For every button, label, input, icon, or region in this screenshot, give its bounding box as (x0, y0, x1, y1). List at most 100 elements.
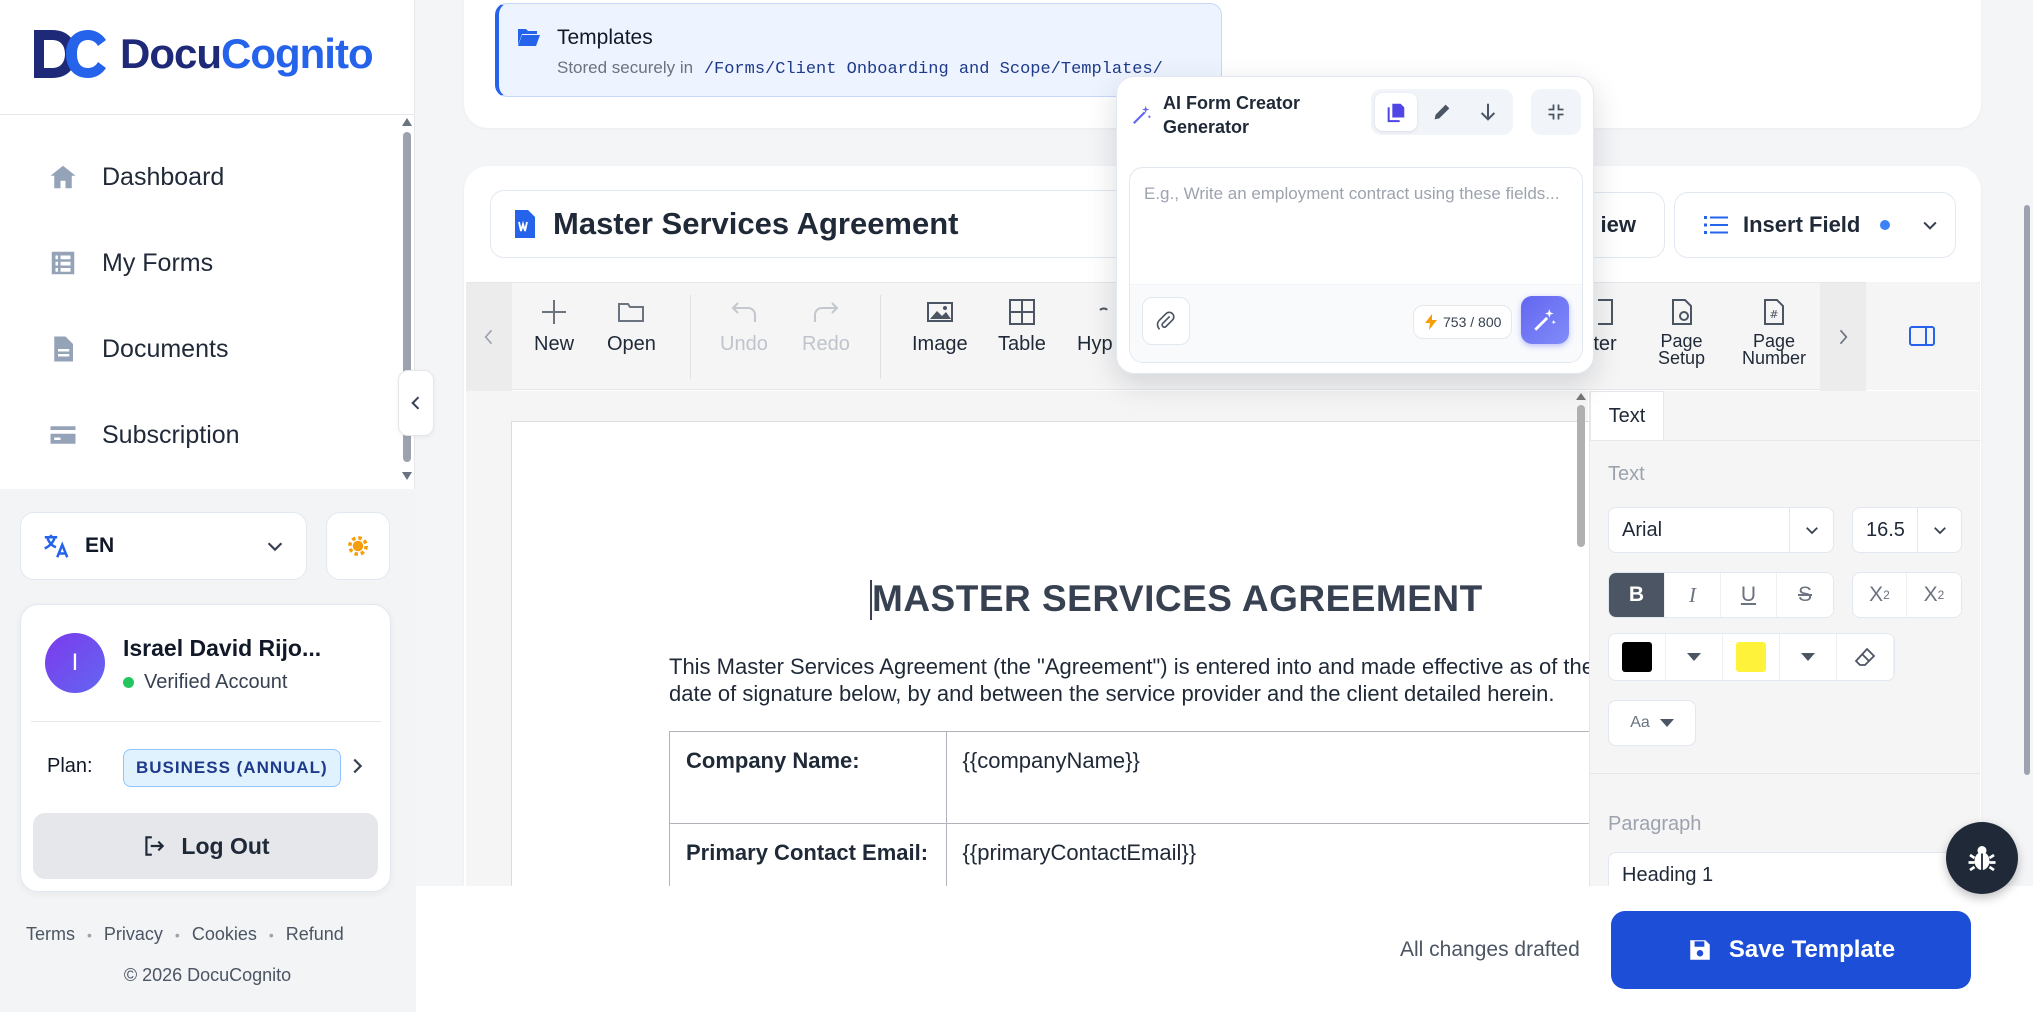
minimize-icon (1548, 104, 1564, 120)
caret-down-icon (1659, 719, 1674, 727)
theme-toggle-button[interactable] (326, 512, 390, 580)
stored-prefix: Stored securely in (557, 58, 694, 77)
translate-icon (44, 534, 69, 558)
sidebar-item-subscription[interactable]: Subscription (0, 392, 400, 478)
logo-mark-icon (34, 30, 106, 78)
toolbar-footer-button[interactable]: ter (1590, 297, 1620, 356)
highlight-color-button[interactable] (1723, 634, 1780, 680)
magic-wand-icon (1132, 105, 1152, 125)
superscript-button[interactable]: X2 (1853, 573, 1908, 617)
tab-text[interactable]: Text (1590, 391, 1664, 441)
sidebar: DocuCognito Dashboard My Forms Documents… (0, 0, 415, 1012)
brand-logo[interactable]: DocuCognito (30, 26, 374, 82)
save-template-button[interactable]: Save Template (1611, 911, 1971, 989)
plan-badge[interactable]: BUSINESS (ANNUAL) (123, 749, 341, 787)
pencil-icon (1434, 104, 1450, 120)
toolbar-undo-button[interactable]: Undo (720, 297, 768, 356)
ai-mode-copy-button[interactable] (1375, 93, 1417, 131)
toolbar-label: Page Setup (1658, 331, 1706, 368)
list-icon (51, 251, 75, 275)
avatar[interactable]: I (45, 633, 105, 693)
toggle-properties-panel-button[interactable] (1866, 282, 1978, 390)
italic-button[interactable]: I (1665, 573, 1721, 617)
text-color-button[interactable] (1609, 634, 1666, 680)
ai-mode-edit-button[interactable] (1421, 93, 1463, 131)
sidebar-item-documents[interactable]: Documents (0, 306, 400, 392)
insert-field-button[interactable]: Insert Field (1674, 192, 1956, 258)
ai-prompt-input[interactable]: E.g., Write an employment contract using… (1144, 182, 1564, 206)
toolbar-open-button[interactable]: Open (607, 297, 656, 356)
toolbar-scroll-left[interactable] (466, 283, 512, 391)
bold-button[interactable]: B (1609, 573, 1665, 617)
ai-minimize-button[interactable] (1531, 89, 1581, 135)
script-group: X2 X2 (1852, 572, 1962, 618)
ai-prompt-box: E.g., Write an employment contract using… (1129, 167, 1583, 363)
image-icon (926, 302, 953, 322)
bug-icon (1968, 846, 1996, 872)
chevron-down-icon (1923, 221, 1937, 230)
document-scrollbar[interactable] (1576, 393, 1586, 553)
toolbar-redo-button[interactable]: Redo (802, 297, 850, 356)
paragraph-style-value: Heading 1 (1622, 863, 1714, 886)
table-cell-value[interactable]: {{companyName}} (945, 731, 1590, 824)
document-title[interactable]: Master Services Agreement (553, 206, 959, 242)
sidebar-collapse-button[interactable] (398, 370, 434, 436)
logout-button[interactable]: Log Out (33, 813, 378, 879)
table-cell-key[interactable]: Primary Contact Email: (669, 823, 947, 890)
report-bug-button[interactable] (1946, 822, 2018, 894)
footer-link-privacy[interactable]: Privacy (104, 924, 163, 945)
footer-link-cookies[interactable]: Cookies (192, 924, 257, 945)
chevron-right-icon[interactable] (346, 755, 368, 777)
table-cell-key[interactable]: Company Name: (669, 731, 947, 824)
save-status: All changes drafted (1400, 938, 1580, 961)
toolbar-hyperlink-button[interactable]: Hyp (1077, 297, 1113, 356)
paragraph-line: date of signature below, by and between … (669, 681, 1555, 706)
toolbar-new-button[interactable]: New (534, 297, 574, 356)
toolbar-table-button[interactable]: Table (998, 297, 1046, 356)
toolbar-label: Open (607, 333, 656, 355)
toolbar-page-number-button[interactable]: # Page Number (1742, 297, 1806, 367)
toolbar-scroll-right[interactable] (1820, 283, 1866, 391)
color-group (1608, 633, 1895, 681)
generate-button[interactable] (1521, 296, 1569, 344)
highlight-color-dropdown[interactable] (1780, 634, 1837, 680)
clear-format-button[interactable] (1837, 634, 1894, 680)
main-scrollbar[interactable] (2024, 205, 2030, 775)
sidebar-item-dashboard[interactable]: Dashboard (0, 134, 400, 220)
footer-icon (1598, 299, 1613, 325)
footer-link-refund[interactable]: Refund (286, 924, 344, 945)
toolbar-image-button[interactable]: Image (912, 297, 968, 356)
underline-button[interactable]: U (1721, 573, 1777, 617)
document-table[interactable]: Company Name: {{companyName}} Primary Co… (669, 731, 1590, 890)
footer-links: Terms • Privacy • Cookies • Refund (26, 924, 344, 945)
document-paragraph[interactable]: This Master Services Agreement (the "Agr… (669, 653, 1590, 707)
table-cell-value[interactable]: {{primaryContactEmail}} (945, 823, 1590, 890)
svg-text:#: # (1769, 308, 1778, 321)
sidebar-item-my-forms[interactable]: My Forms (0, 220, 400, 306)
text-case-button[interactable]: Aa (1608, 700, 1696, 746)
chevron-down-icon (1933, 527, 1946, 535)
font-family-value: Arial (1622, 518, 1663, 541)
text-case-label: Aa (1630, 714, 1650, 731)
ai-mode-insert-button[interactable] (1467, 93, 1509, 131)
font-size-select[interactable]: 16.5 (1852, 507, 1962, 553)
document-heading[interactable]: MASTER SERVICES AGREEMENT (872, 578, 1483, 620)
plan-label: Plan: (47, 755, 93, 777)
language-select[interactable]: EN (20, 512, 307, 580)
document-icon (54, 336, 73, 362)
sidebar-item-label: My Forms (102, 248, 214, 277)
subscript-button[interactable]: X2 (1907, 573, 1961, 617)
plus-icon (542, 300, 566, 324)
strikethrough-button[interactable]: S (1777, 573, 1833, 617)
footer-link-terms[interactable]: Terms (26, 924, 75, 945)
attach-button[interactable] (1142, 297, 1190, 345)
document-page[interactable]: MASTER SERVICES AGREEMENT This Master Se… (511, 421, 1591, 891)
sidebar-item-label: Documents (102, 334, 229, 363)
text-color-dropdown[interactable] (1666, 634, 1723, 680)
paragraph-style-select[interactable]: Heading 1 (1608, 852, 1958, 886)
font-family-select[interactable]: Arial (1608, 507, 1834, 553)
counter-value: 753 / 800 (1443, 314, 1502, 330)
sidebar-divider (0, 114, 415, 115)
toolbar-page-setup-button[interactable]: Page Setup (1658, 297, 1705, 367)
logout-label: Log Out (181, 832, 270, 859)
